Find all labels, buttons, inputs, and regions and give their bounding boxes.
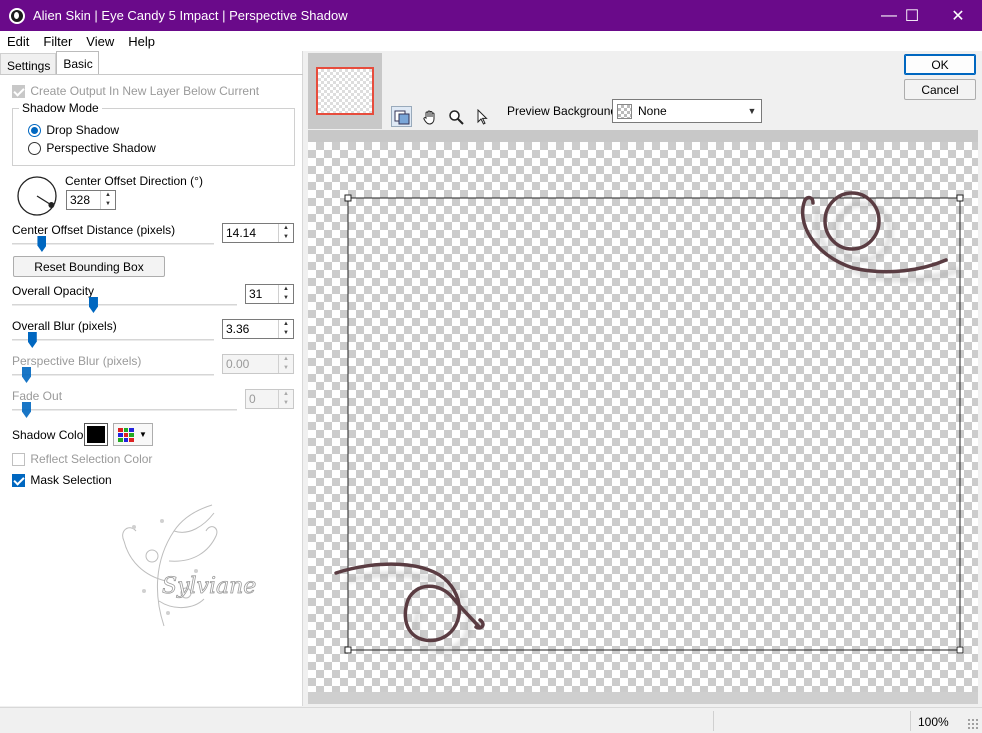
menu-bar: Edit Filter View Help [0,31,982,51]
center-offset-direction-spinner[interactable]: ▲ ▼ [100,191,115,209]
mask-selection-checkbox[interactable] [12,474,25,488]
center-offset-distance-input[interactable]: 14.14 ▲ ▼ [222,223,294,243]
menu-filter[interactable]: Filter [36,34,79,49]
status-separator [910,711,911,731]
navigator-thumbnail[interactable] [308,53,382,129]
overall-opacity-label: Overall Opacity [12,284,95,298]
overall-blur-label: Overall Blur (pixels) [12,319,117,333]
color-palette-button[interactable]: ▼ [113,423,153,446]
overall-opacity-slider[interactable] [88,297,98,313]
reflect-selection-color-option: Reflect Selection Color [12,452,153,467]
status-separator [713,711,714,731]
overall-opacity-spinner[interactable]: ▲ ▼ [278,285,293,303]
overall-blur-spinner[interactable]: ▲ ▼ [278,320,293,338]
window-title: Alien Skin | Eye Candy 5 Impact | Perspe… [33,8,348,23]
close-button[interactable]: ✕ [935,0,981,31]
overall-opacity-track[interactable] [12,304,237,306]
dropdown-arrow-icon: ▼ [139,430,147,439]
perspective-blur-slider [22,367,31,383]
title-bar: Alien Skin | Eye Candy 5 Impact | Perspe… [0,0,982,31]
tab-strip: Settings Basic [0,51,99,75]
zoom-icon[interactable] [445,106,466,127]
preview-artwork [334,191,964,654]
watermark-logo: Sylviane [122,504,257,627]
overall-opacity-input[interactable]: 31 ▲ ▼ [245,284,294,304]
create-output-checkbox[interactable] [12,85,25,99]
fade-out-value: 0 [249,392,256,406]
center-offset-direction-value: 328 [70,193,91,207]
status-bar: 100% [0,707,982,733]
mask-selection-label: Mask Selection [30,473,112,487]
center-offset-distance-slider[interactable] [37,236,47,252]
preview-toggle-icon[interactable] [391,106,412,127]
overall-blur-slider[interactable] [27,332,37,348]
chevron-down-icon: ▼ [747,106,757,116]
cancel-button[interactable]: Cancel [904,79,976,100]
swirl-shadow-top [814,201,961,283]
app-icon [9,7,25,24]
perspective-blur-label: Perspective Blur (pixels) [12,354,142,368]
drop-shadow-radio[interactable] [28,124,41,138]
preview-background-value: None [638,104,667,118]
direction-dial[interactable] [16,175,58,217]
shadow-color-swatch[interactable] [84,423,108,446]
preview-background-select[interactable]: None ▼ [612,99,762,123]
resize-grip-icon[interactable] [967,718,979,730]
maximize-button[interactable]: ☐ [889,0,935,31]
settings-panel: Settings Basic Create Output In New Laye… [0,51,303,706]
transparency-swatch-icon [617,103,632,119]
fade-out-track [12,409,237,411]
perspective-shadow-radio[interactable] [28,142,41,156]
pointer-icon[interactable] [471,106,492,127]
zoom-level: 100% [918,715,949,729]
navigator-viewport[interactable] [316,67,374,115]
create-output-label: Create Output In New Layer Below Current [30,84,260,98]
overall-blur-value: 3.36 [226,322,250,336]
overall-opacity-value: 31 [249,287,263,301]
drop-shadow-option[interactable]: Drop Shadow [28,123,120,138]
center-offset-direction-input[interactable]: 328 ▲ ▼ [66,190,116,210]
shadow-mode-title: Shadow Mode [19,101,102,115]
tab-basic[interactable]: Basic [56,51,99,75]
drop-shadow-label: Drop Shadow [46,123,120,137]
bounding-box-handles[interactable] [344,194,964,654]
tab-settings[interactable]: Settings [0,53,57,75]
mask-selection-option[interactable]: Mask Selection [12,473,112,488]
perspective-shadow-label: Perspective Shadow [46,141,156,155]
perspective-blur-track [12,374,214,376]
hand-icon[interactable] [419,106,440,127]
fade-out-label: Fade Out [12,389,63,403]
reset-bounding-box-button[interactable]: Reset Bounding Box [13,256,165,277]
center-offset-direction-label: Center Offset Direction (°) [65,174,203,188]
create-output-option: Create Output In New Layer Below Current [12,84,260,99]
fade-out-input: 0 ▲ ▼ [245,389,294,409]
fade-out-slider [22,402,31,418]
tab-divider [0,74,303,75]
menu-view[interactable]: View [79,34,121,49]
center-offset-distance-label: Center Offset Distance (pixels) [12,223,176,237]
center-offset-distance-value: 14.14 [226,226,257,240]
palette-icon [118,427,134,442]
overall-blur-track[interactable] [12,339,214,341]
menu-edit[interactable]: Edit [0,34,36,49]
preview-area[interactable] [308,130,978,704]
shadow-mode-group: Shadow Mode Drop Shadow Perspective Shad… [12,101,295,166]
perspective-blur-input: 0.00 ▲ ▼ [222,354,294,374]
ok-button[interactable]: OK [904,54,976,75]
shadow-color-label: Shadow Color [12,428,88,442]
menu-help[interactable]: Help [121,34,162,49]
reflect-selection-color-checkbox [12,453,25,467]
perspective-shadow-option[interactable]: Perspective Shadow [28,141,156,156]
fade-out-spinner: ▲ ▼ [278,390,293,408]
reflect-selection-color-label: Reflect Selection Color [30,452,153,466]
perspective-blur-value: 0.00 [226,357,250,371]
center-offset-distance-spinner[interactable]: ▲ ▼ [278,224,293,242]
watermark-signature: Sylviane [162,574,256,599]
preview-background-label: Preview Background: [507,104,621,118]
perspective-blur-spinner: ▲ ▼ [278,355,293,373]
preview-scrollbar[interactable] [308,692,978,704]
overall-blur-input[interactable]: 3.36 ▲ ▼ [222,319,294,339]
